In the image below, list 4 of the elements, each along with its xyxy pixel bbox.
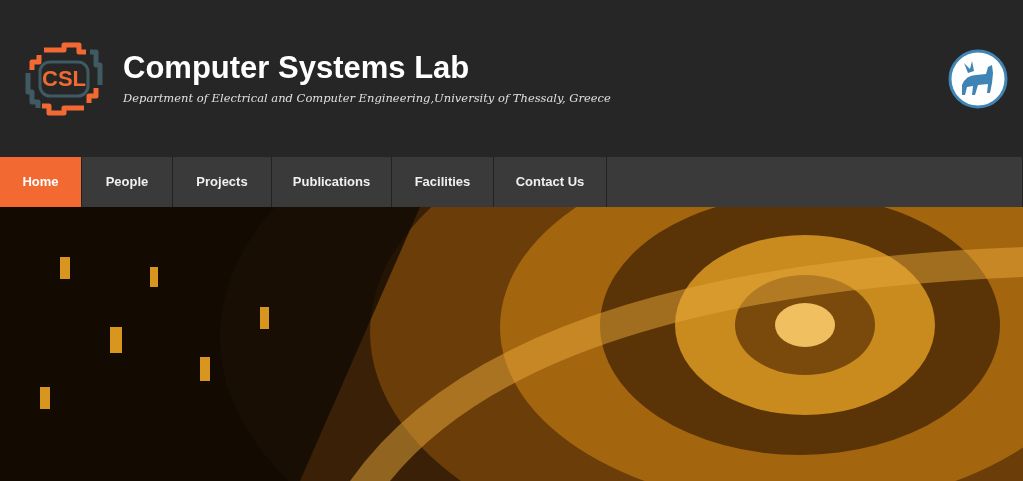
site-title: Computer Systems Lab [123,49,471,88]
logo-text: CSL [41,64,87,93]
university-seal-icon [948,48,1008,109]
site-subtitle: Department of Electrical and Computer Engineering,University of Thessaly, Greece [123,90,611,108]
